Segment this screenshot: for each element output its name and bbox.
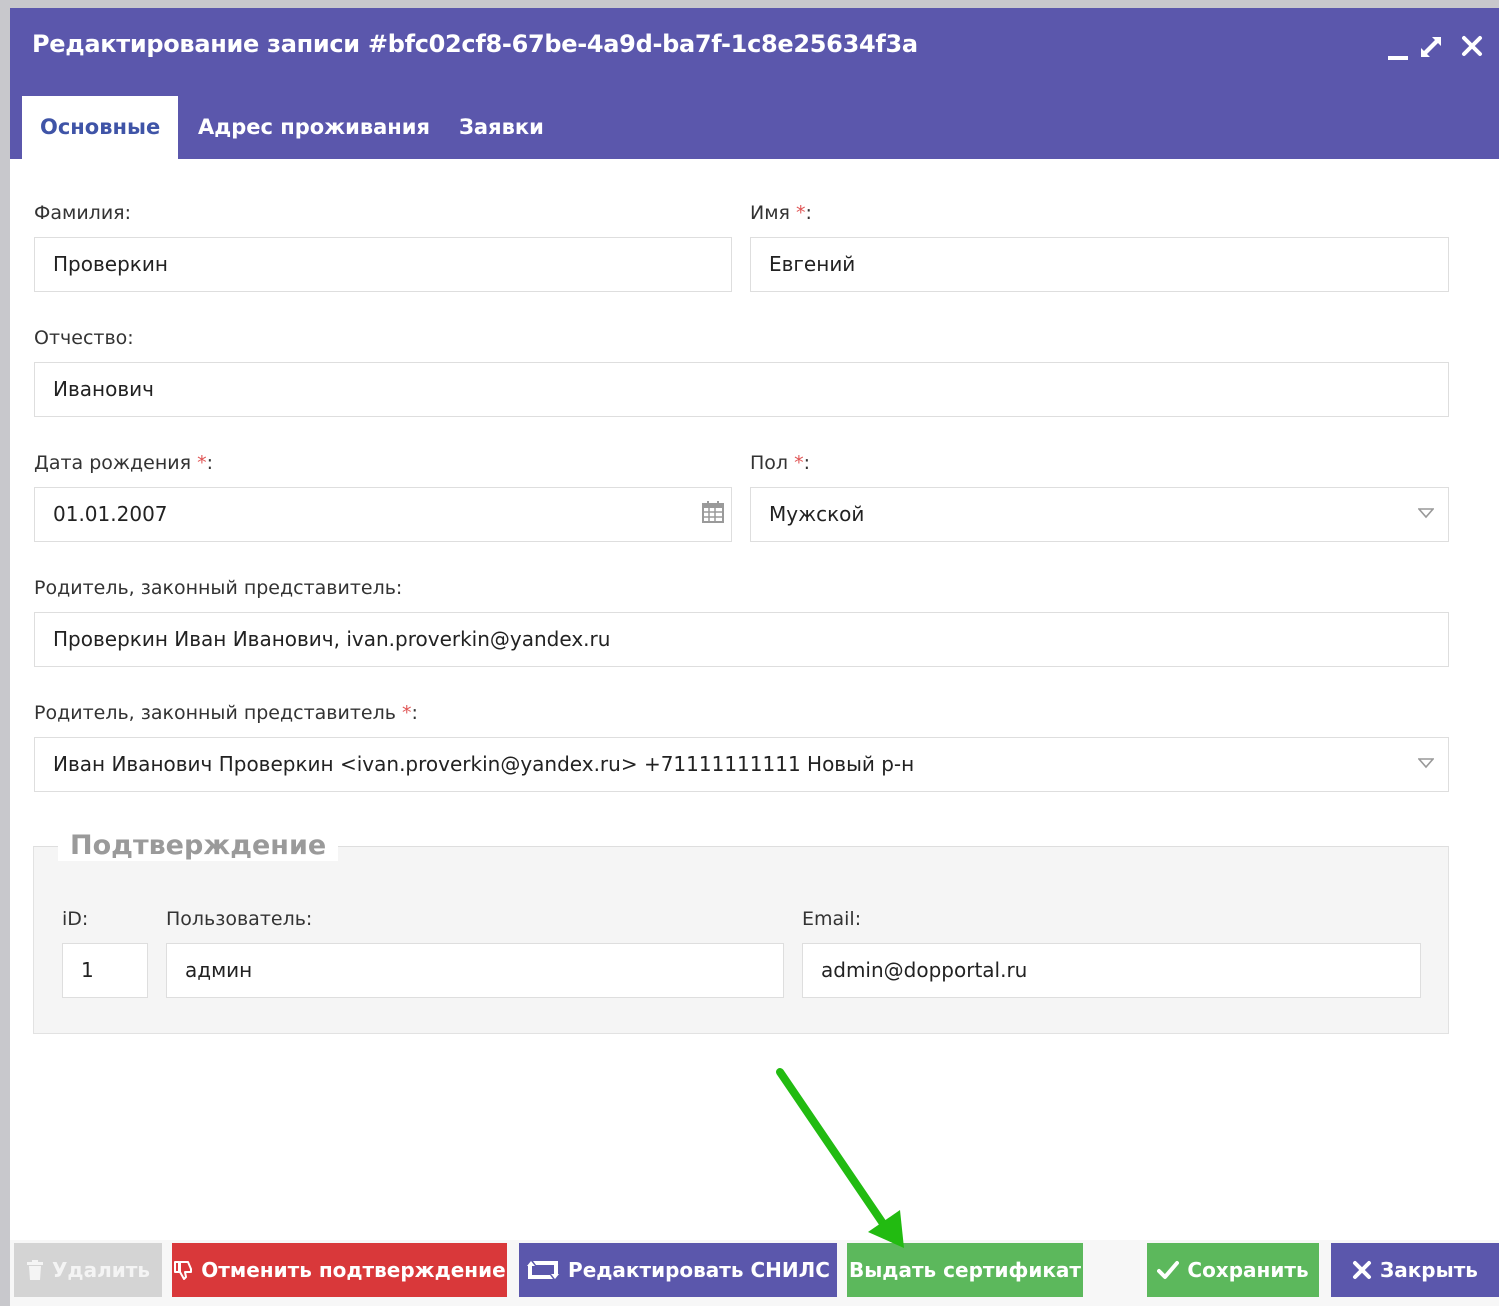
first-name-label-text: Имя [750, 202, 790, 224]
confirm-user-input[interactable]: админ [166, 943, 784, 998]
confirm-user-label: Пользователь: [166, 908, 313, 930]
guardian-select-value: Иван Иванович Проверкин <ivan.proverkin@… [53, 752, 915, 776]
confirmation-fieldset [33, 846, 1449, 1034]
confirm-id-label: iD: [62, 908, 89, 930]
confirm-email-input[interactable]: admin@dopportal.ru [802, 943, 1421, 998]
trash-icon [27, 1260, 44, 1280]
birth-date-input[interactable]: 01.01.2007 [34, 487, 732, 542]
birth-date-value: 01.01.2007 [53, 502, 168, 526]
dialog-header: Редактирование записи #bfc02cf8-67be-4a9… [10, 8, 1499, 159]
required-marker: * [197, 452, 207, 474]
chevron-down-icon[interactable] [1418, 755, 1434, 771]
label-colon: : [803, 452, 811, 474]
retweet-icon [527, 1261, 560, 1279]
guardian-text-value: Проверкин Иван Иванович, ivan.proverkin@… [53, 627, 611, 651]
gender-select[interactable]: Мужской [750, 487, 1449, 542]
thumbs-down-icon [174, 1261, 193, 1280]
close-button[interactable]: Закрыть [1331, 1243, 1499, 1297]
close-icon [1353, 1261, 1372, 1279]
guardian-select-label-text: Родитель, законный представитель [34, 702, 396, 724]
guardian-select[interactable]: Иван Иванович Проверкин <ivan.proverkin@… [34, 737, 1449, 792]
calendar-icon[interactable] [701, 500, 725, 524]
required-marker: * [796, 202, 806, 224]
confirm-id-value: 1 [81, 958, 94, 982]
check-icon [1157, 1261, 1180, 1279]
label-colon: : [206, 452, 214, 474]
tab-applications[interactable]: Заявки [441, 96, 562, 159]
guardian-text-label: Родитель, законный представитель: [34, 577, 403, 599]
last-name-value: Проверкин [53, 252, 168, 276]
close-button-label: Закрыть [1380, 1258, 1478, 1282]
last-name-label: Фамилия: [34, 202, 132, 224]
gender-label-text: Пол [750, 452, 789, 474]
edit-snils-button[interactable]: Редактировать СНИЛС [519, 1243, 837, 1297]
guardian-select-label: Родитель, законный представитель *: [34, 702, 418, 724]
gender-value: Мужской [769, 502, 865, 526]
cancel-confirmation-button[interactable]: Отменить подтверждение [172, 1243, 507, 1297]
required-marker: * [794, 452, 804, 474]
confirm-email-label: Email: [802, 908, 862, 930]
delete-button-label: Удалить [52, 1258, 150, 1282]
confirmation-legend: Подтверждение [58, 830, 339, 861]
first-name-input[interactable]: Евгений [750, 237, 1449, 292]
chevron-down-icon[interactable] [1418, 505, 1434, 521]
issue-certificate-label: Выдать сертификат [848, 1258, 1082, 1282]
maximize-icon[interactable] [1418, 34, 1444, 60]
close-icon[interactable] [1460, 34, 1484, 58]
confirm-email-value: admin@dopportal.ru [821, 958, 1028, 982]
first-name-label: Имя *: [750, 202, 812, 224]
birth-date-label-text: Дата рождения [34, 452, 192, 474]
dialog-title: Редактирование записи #bfc02cf8-67be-4a9… [32, 30, 918, 58]
label-colon: : [411, 702, 418, 724]
patronymic-input[interactable]: Иванович [34, 362, 1449, 417]
edit-snils-label: Редактировать СНИЛС [568, 1258, 830, 1282]
confirm-user-value: админ [185, 958, 253, 982]
first-name-value: Евгений [769, 252, 856, 276]
gender-label: Пол *: [750, 452, 810, 474]
tab-address[interactable]: Адрес проживания [180, 96, 448, 159]
save-button[interactable]: Сохранить [1147, 1243, 1319, 1297]
delete-button[interactable]: Удалить [14, 1243, 162, 1297]
save-button-label: Сохранить [1187, 1258, 1309, 1282]
edit-record-dialog: Редактирование записи #bfc02cf8-67be-4a9… [10, 8, 1499, 1306]
last-name-input[interactable]: Проверкин [34, 237, 732, 292]
minimize-icon[interactable] [1387, 42, 1409, 64]
birth-date-label: Дата рождения *: [34, 452, 213, 474]
tab-main[interactable]: Основные [22, 96, 179, 159]
confirm-id-input[interactable]: 1 [62, 943, 148, 998]
issue-certificate-button[interactable]: Выдать сертификат [847, 1243, 1083, 1297]
guardian-text-input[interactable]: Проверкин Иван Иванович, ivan.proverkin@… [34, 612, 1449, 667]
patronymic-value: Иванович [53, 377, 154, 401]
label-colon: : [805, 202, 812, 224]
cancel-confirmation-label: Отменить подтверждение [201, 1258, 506, 1282]
patronymic-label: Отчество: [34, 327, 134, 349]
